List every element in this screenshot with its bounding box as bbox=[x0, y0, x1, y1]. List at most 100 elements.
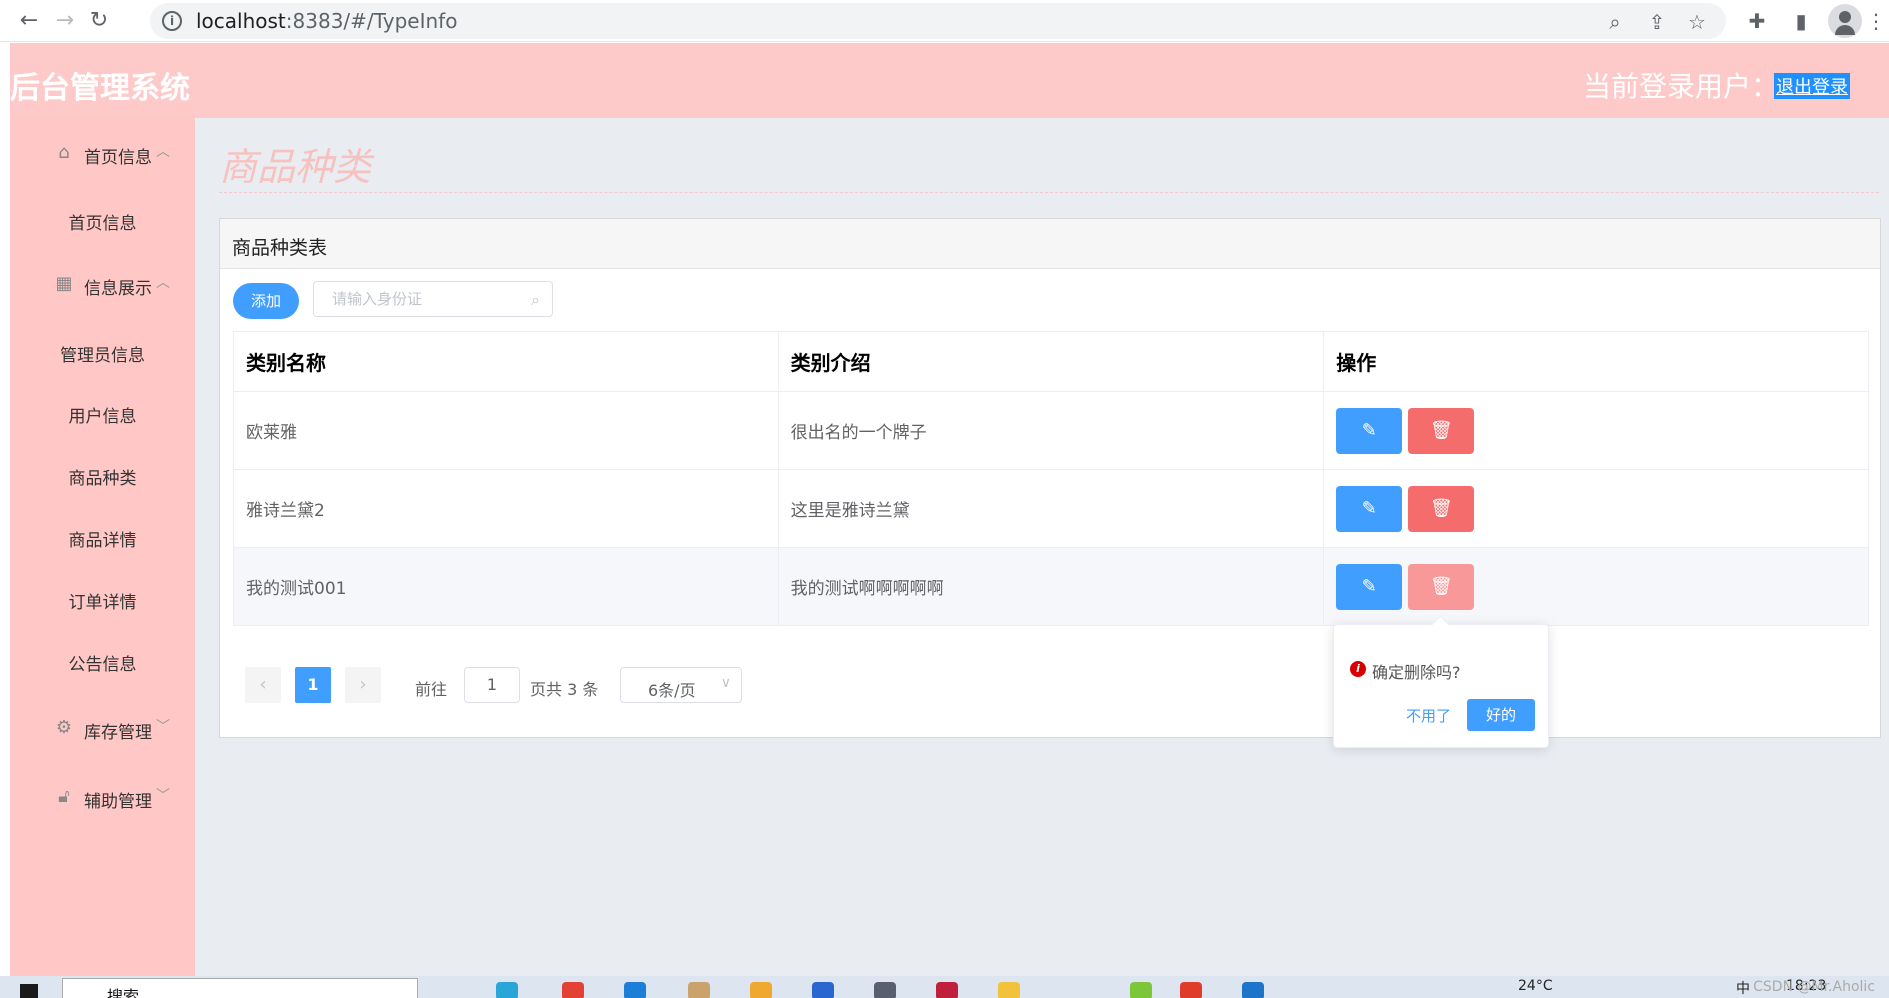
sidebar-item-admin[interactable]: 管理员信息 bbox=[10, 341, 195, 366]
cell-name: 雅诗兰黛2 bbox=[233, 469, 779, 548]
app-icon[interactable] bbox=[1130, 982, 1152, 998]
browser-toolbar: ← → ↻ i localhost:8383/#/TypeInfo ⌕ ⇪ ☆ … bbox=[0, 0, 1889, 42]
prev-page-button[interactable]: ‹ bbox=[245, 667, 281, 703]
main-content: 商品种类 商品种类表 添加 ⌕ 类别名称 类别介绍 操作 欧莱雅 很出名的一个牌… bbox=[195, 118, 1889, 976]
table-row: 雅诗兰黛2 这里是雅诗兰黛 ✎ 🗑︎ bbox=[233, 469, 1869, 548]
column-header-desc: 类别介绍 bbox=[777, 331, 1325, 392]
confirm-button[interactable]: 好的 bbox=[1467, 699, 1535, 731]
ime-indicator[interactable]: 中 bbox=[1736, 978, 1750, 998]
search-icon[interactable]: ⌕ bbox=[531, 290, 540, 310]
trash-icon: 🗑︎ bbox=[1429, 419, 1453, 441]
app-icon[interactable] bbox=[750, 982, 772, 998]
next-page-button[interactable]: › bbox=[345, 667, 381, 703]
sidebar-item-product-types[interactable]: 商品种类 bbox=[10, 464, 195, 489]
xmind-icon[interactable] bbox=[1180, 982, 1202, 998]
cell-name: 我的测试001 bbox=[233, 547, 779, 626]
windows-start-icon[interactable] bbox=[20, 984, 38, 998]
notepad-icon[interactable] bbox=[688, 982, 710, 998]
edit-icon: ✎ bbox=[1361, 419, 1377, 441]
page-number-current[interactable]: 1 bbox=[295, 667, 331, 703]
edge-icon[interactable] bbox=[496, 982, 518, 998]
table-header-row: 类别名称 类别介绍 操作 bbox=[233, 331, 1869, 392]
edit-button[interactable]: ✎ bbox=[1336, 407, 1403, 454]
logout-link[interactable]: 退出登录 bbox=[1774, 73, 1850, 99]
trash-icon: 🗑︎ bbox=[1429, 575, 1453, 597]
extensions-icon[interactable]: ✚ bbox=[1742, 6, 1772, 36]
cell-actions: ✎ 🗑︎ bbox=[1323, 547, 1869, 626]
security-icon[interactable] bbox=[812, 982, 834, 998]
sidebar-item-home[interactable]: 首页信息 bbox=[10, 209, 195, 234]
tool-icon[interactable] bbox=[874, 982, 896, 998]
menu-group-inventory[interactable]: ⚙ 库存管理 ﹀ bbox=[10, 708, 195, 748]
column-header-name: 类别名称 bbox=[233, 331, 779, 392]
chevron-up-icon: ︿ bbox=[156, 144, 170, 160]
taskbar-search[interactable]: 搜索 bbox=[62, 978, 418, 998]
idea-icon[interactable] bbox=[936, 982, 958, 998]
reload-icon[interactable]: ↻ bbox=[84, 6, 114, 36]
delete-confirm-popover: i 确定删除吗? 不用了 好的 bbox=[1333, 624, 1549, 748]
edit-button[interactable]: ✎ bbox=[1336, 485, 1403, 532]
address-bar[interactable]: i localhost:8383/#/TypeInfo ⌕ ⇪ ☆ bbox=[150, 3, 1726, 39]
page-size-select[interactable]: 6条/页 ∨ bbox=[620, 667, 742, 703]
vscode-icon[interactable] bbox=[624, 982, 646, 998]
menu-group-label: 首页信息 bbox=[84, 148, 152, 168]
current-user-label: 当前登录用户： bbox=[1583, 70, 1780, 103]
weather-text[interactable]: 24°C bbox=[1518, 978, 1553, 994]
edit-icon: ✎ bbox=[1361, 497, 1377, 519]
cell-actions: ✎ 🗑︎ bbox=[1323, 469, 1869, 548]
edit-icon: ✎ bbox=[1361, 575, 1377, 597]
forward-icon[interactable]: → bbox=[50, 6, 80, 36]
goto-page-input[interactable]: 1 bbox=[464, 667, 520, 703]
home-icon: ⌂ bbox=[58, 142, 70, 163]
search-input[interactable] bbox=[332, 290, 522, 308]
app-icon[interactable] bbox=[1242, 982, 1264, 998]
delete-button[interactable]: 🗑︎ bbox=[1408, 485, 1475, 532]
cell-desc: 很出名的一个牌子 bbox=[777, 391, 1325, 470]
edit-button[interactable]: ✎ bbox=[1336, 563, 1403, 610]
chevron-down-icon: ∨ bbox=[720, 675, 731, 691]
site-info-icon[interactable]: i bbox=[162, 11, 182, 31]
taskbar-search-text: 搜索 bbox=[107, 987, 140, 998]
cancel-button[interactable]: 不用了 bbox=[1406, 705, 1451, 726]
cell-desc: 我的测试啊啊啊啊啊 bbox=[777, 547, 1325, 626]
url-text[interactable]: localhost:8383/#/TypeInfo bbox=[196, 9, 457, 33]
bookmark-star-icon[interactable]: ☆ bbox=[1684, 9, 1710, 35]
lock-icon: 🔓︎ bbox=[58, 786, 70, 807]
cell-actions: ✎ 🗑︎ bbox=[1323, 391, 1869, 470]
warning-icon: i bbox=[1350, 661, 1366, 677]
watermark: CSDN @Mr.Aholic bbox=[1753, 979, 1875, 995]
page-title: 商品种类 bbox=[219, 145, 372, 189]
trash-icon: 🗑︎ bbox=[1429, 497, 1453, 519]
sidebar-item-orders[interactable]: 订单详情 bbox=[10, 588, 195, 613]
total-count-label: 页共 3 条 bbox=[530, 680, 599, 699]
chevron-down-icon: ﹀ bbox=[156, 788, 170, 804]
page-size-value: 6条/页 bbox=[648, 681, 696, 700]
chrome-icon[interactable] bbox=[562, 982, 584, 998]
delete-button[interactable]: 🗑︎ bbox=[1408, 407, 1475, 454]
app-header: 后台管理系统 当前登录用户： 退出登录 bbox=[10, 43, 1889, 118]
sidebar-item-product-details[interactable]: 商品详情 bbox=[10, 526, 195, 551]
delete-button[interactable]: 🗑︎ bbox=[1408, 563, 1475, 610]
gear-icon: ⚙ bbox=[55, 717, 73, 738]
add-button[interactable]: 添加 bbox=[233, 283, 299, 319]
table-card: 商品种类表 添加 ⌕ 类别名称 类别介绍 操作 欧莱雅 很出名的一个牌子 ✎🗑 bbox=[219, 218, 1881, 738]
sidebar-item-notices[interactable]: 公告信息 bbox=[10, 650, 195, 675]
share-icon[interactable]: ⇪ bbox=[1644, 9, 1670, 35]
menu-icon[interactable]: ⋮ bbox=[1866, 6, 1886, 36]
menu-group-home[interactable]: ⌂ 首页信息 ︿ bbox=[10, 133, 195, 173]
zoom-icon[interactable]: ⌕ bbox=[1602, 9, 1628, 35]
back-icon[interactable]: ← bbox=[14, 6, 44, 36]
table-row: 欧莱雅 很出名的一个牌子 ✎ 🗑︎ bbox=[233, 391, 1869, 470]
menu-group-label: 辅助管理 bbox=[84, 792, 152, 812]
os-taskbar: 搜索 24°C 中 18:23 CSDN @Mr.Aholic bbox=[0, 976, 1889, 998]
menu-group-label: 库存管理 bbox=[84, 723, 152, 743]
sidebar: ⌂ 首页信息 ︿ 首页信息 ▦ 信息展示 ︿ 管理员信息 用户信息 商品种类 商… bbox=[10, 118, 195, 976]
sidebar-item-users[interactable]: 用户信息 bbox=[10, 402, 195, 427]
folder-icon[interactable] bbox=[998, 982, 1020, 998]
menu-group-info[interactable]: ▦ 信息展示 ︿ bbox=[10, 264, 195, 304]
cell-name: 欧莱雅 bbox=[233, 391, 779, 470]
search-field[interactable]: ⌕ bbox=[313, 281, 553, 317]
menu-group-auxiliary[interactable]: 🔓︎ 辅助管理 ﹀ bbox=[10, 777, 195, 817]
profile-avatar[interactable] bbox=[1828, 4, 1862, 38]
side-panel-icon[interactable]: ▮ bbox=[1786, 6, 1816, 36]
